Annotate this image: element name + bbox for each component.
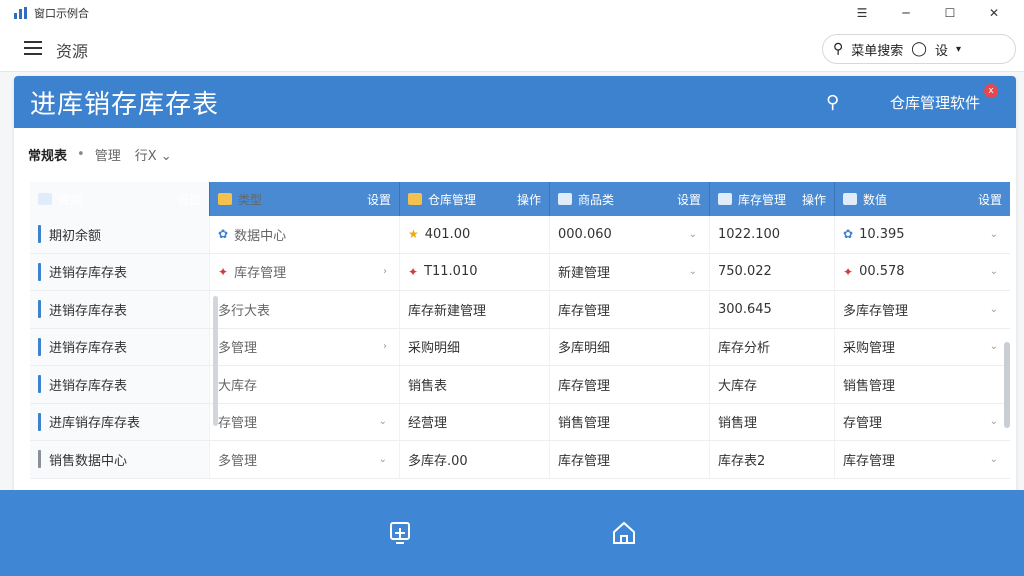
search-pill[interactable]: ⚲ 菜单搜索 ◯ 设 ▾ (822, 34, 1016, 64)
table-cell[interactable]: 进销存库存表 (30, 366, 210, 403)
app-logo-icon (14, 7, 28, 19)
filter-sub[interactable]: 管理 (95, 145, 121, 164)
hamburger-menu-icon[interactable] (24, 41, 42, 55)
card-search-icon[interactable]: ⚲ (826, 92, 839, 113)
table-cell[interactable]: 销售数据中心 (30, 441, 210, 478)
folder-icon (408, 193, 422, 205)
table-cell[interactable]: 库存分析 (710, 328, 835, 365)
table-cell[interactable]: 销售理 (710, 403, 835, 440)
table-cell[interactable]: 采购管理 ⌄ (835, 329, 1010, 366)
card-header: 进库销存库存表 ⚲ 仓库管理软件 x (14, 76, 1016, 128)
table-cell[interactable]: 多管理 › (210, 328, 400, 365)
table-cell[interactable]: ★ 401.00 (400, 216, 550, 253)
notification-badge[interactable]: x (984, 84, 998, 98)
table-cell[interactable]: 多库明细 (550, 328, 710, 365)
home-icon (218, 193, 232, 205)
chevron-down-icon[interactable]: ▾ (956, 44, 961, 55)
table-cell[interactable]: 库存管理 (550, 291, 710, 328)
filter-select[interactable]: 行X ⌄ (135, 145, 172, 164)
column-header[interactable]: 仓库管理 操作 (400, 182, 550, 216)
table-cell[interactable]: 采购明细 (400, 328, 550, 365)
page-title: 进库销存库存表 (30, 89, 220, 120)
lang-label[interactable]: 设 (935, 40, 948, 59)
column-header[interactable]: 类型 设置 (210, 182, 400, 216)
table-cell[interactable]: ✿ 10.395 ⌄ (835, 216, 1010, 253)
table-cell[interactable]: 进销存库存表 (30, 253, 210, 290)
column-header[interactable]: 商品类 设置 (550, 182, 710, 216)
table-cell[interactable]: 进销存库存表 (30, 291, 210, 328)
table-row[interactable]: 进销存库存表 ✦ 库存管理 › ✦ T11.010 新建管理 ⌄ 750.022 ✦ 00… (30, 253, 1010, 291)
table-cell[interactable]: 新建管理 ⌄ (550, 253, 710, 290)
home-icon[interactable] (607, 516, 641, 550)
table-cell[interactable]: 销售管理 (550, 403, 710, 440)
table-cell[interactable]: 000.060 ⌄ (550, 216, 710, 253)
table-cell[interactable]: 库存新建管理 (400, 291, 550, 328)
settings-icon[interactable]: ☰ (840, 0, 884, 26)
maximize-button[interactable]: ☐ (928, 0, 972, 26)
table-cell[interactable]: 销售管理 (835, 366, 1010, 403)
table-cell[interactable]: ✿ 数据中心 (210, 216, 400, 253)
mail-icon (38, 193, 52, 205)
minimize-button[interactable]: ─ (884, 0, 928, 26)
table-header: 费用 设置 类型 设置 仓库管理 操作 商品类 设置 库存管理 操作 数值 设置 (30, 182, 1010, 216)
table-cell[interactable]: 大库存 (210, 366, 400, 403)
column-header[interactable]: 库存管理 操作 (710, 182, 835, 216)
table-cell[interactable]: 销售表 (400, 366, 550, 403)
bottom-nav (0, 490, 1024, 576)
table-cell[interactable]: 多库存管理 ⌄ (835, 291, 1010, 328)
table-cell[interactable]: ✦ T11.010 (400, 253, 550, 290)
user-circle-icon[interactable]: ◯ (911, 41, 927, 57)
table-row[interactable]: 进销存库存表 多行大表 库存新建管理 库存管理 300.645 多库存管理 ⌄ (30, 291, 1010, 329)
table-cell[interactable]: 750.022 (710, 253, 835, 290)
table-cell[interactable]: 库存管理 (550, 366, 710, 403)
search-label: 菜单搜索 (851, 43, 904, 59)
close-button[interactable]: ✕ (972, 0, 1016, 26)
table-cell[interactable]: 1022.100 (710, 216, 835, 253)
table-row[interactable]: 进库销存库存表 存管理 ⌄ 经营理 销售管理 销售理 存管理 ⌄ (30, 403, 1010, 441)
table-cell[interactable]: 存管理 ⌄ (210, 403, 400, 440)
table-cell[interactable]: 期初余额 (30, 216, 210, 253)
table-cell[interactable]: 库存表2 (710, 441, 835, 478)
window-title: 窗口示例合 (34, 7, 89, 20)
table-cell[interactable]: 多管理 ⌄ (210, 441, 400, 478)
table-row[interactable]: 销售数据中心 多管理 ⌄ 多库存.00 库存管理 库存表2 库存管理 ⌄ (30, 441, 1010, 479)
table-cell[interactable]: 存管理 ⌄ (835, 404, 1010, 441)
column-header[interactable]: 费用 设置 (30, 182, 210, 216)
inventory-card: 进库销存库存表 ⚲ 仓库管理软件 x 常规表 • 管理 行X ⌄ 费用 设置 类型… (14, 76, 1016, 506)
top-toolbar: 资源 ⚲ 菜单搜索 ◯ 设 ▾ (0, 26, 1024, 72)
search-icon: ⚲ (833, 41, 844, 57)
table-cell[interactable]: 进销存库存表 (30, 328, 210, 365)
table-cell[interactable]: 300.645 (710, 291, 835, 328)
chart-icon (843, 193, 857, 205)
table-cell[interactable]: ✦ 00.578 ⌄ (835, 254, 1010, 291)
left-scrollbar[interactable] (213, 296, 218, 426)
card-right-label[interactable]: 仓库管理软件 (890, 92, 980, 113)
filter-bar: 常规表 • 管理 行X ⌄ (28, 145, 172, 164)
table-row[interactable]: 进销存库存表 大库存 销售表 库存管理 大库存 销售管理 (30, 366, 1010, 404)
table-cell[interactable]: 大库存 (710, 366, 835, 403)
table-scrollbar[interactable] (1004, 342, 1010, 428)
box-icon (558, 193, 572, 205)
document-icon (718, 193, 732, 205)
nav-title: 资源 (56, 42, 89, 61)
table-cell[interactable]: 多库存.00 (400, 441, 550, 478)
table-body: 期初余额 ✿ 数据中心 ★ 401.00 000.060 ⌄ 1022.100 ✿ 10… (30, 216, 1010, 496)
inbox-icon[interactable] (383, 516, 417, 550)
title-bar: 窗口示例合 ☰ ─ ☐ ✕ (0, 0, 1024, 26)
table-row[interactable]: 期初余额 ✿ 数据中心 ★ 401.00 000.060 ⌄ 1022.100 ✿ 10… (30, 216, 1010, 254)
table-cell[interactable]: 进库销存库存表 (30, 403, 210, 440)
table-cell[interactable]: 经营理 (400, 403, 550, 440)
table-cell[interactable]: ✦ 库存管理 › (210, 253, 400, 290)
table-row[interactable]: 进销存库存表 多管理 › 采购明细 多库明细 库存分析 采购管理 ⌄ (30, 328, 1010, 366)
filter-main[interactable]: 常规表 (28, 145, 67, 164)
table-cell[interactable]: 多行大表 (210, 291, 400, 328)
table-cell[interactable]: 库存管理 ⌄ (835, 441, 1010, 478)
column-header[interactable]: 数值 设置 (835, 182, 1010, 216)
table-cell[interactable]: 库存管理 (550, 441, 710, 478)
